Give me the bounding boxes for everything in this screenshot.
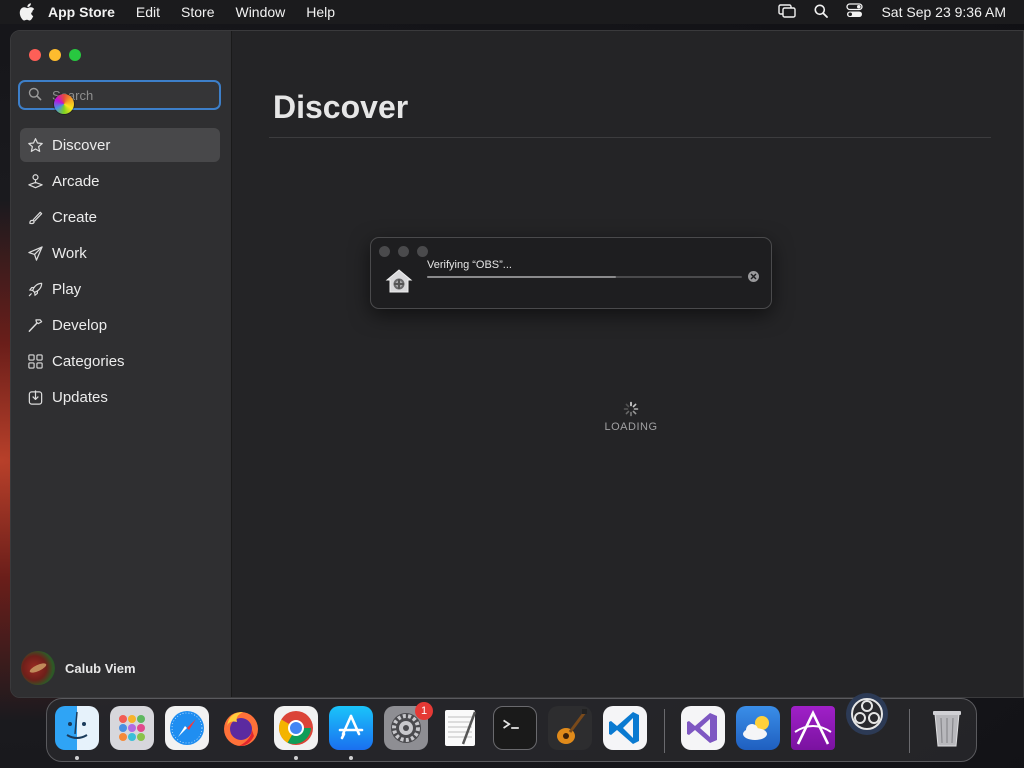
menu-clock[interactable]: Sat Sep 23 9:36 AM bbox=[881, 4, 1006, 20]
dock-separator bbox=[909, 709, 910, 753]
sidebar-nav: Discover Arcade Create Work Play Develop… bbox=[20, 128, 220, 416]
control-center-icon[interactable] bbox=[846, 3, 864, 21]
sidebar-item-label: Play bbox=[52, 280, 82, 298]
safari-icon[interactable] bbox=[165, 706, 209, 750]
spotlight-search-icon[interactable] bbox=[814, 4, 829, 21]
app-store-window: Discover Arcade Create Work bbox=[10, 30, 1024, 698]
firefox-icon[interactable] bbox=[219, 706, 263, 750]
grid-icon bbox=[26, 352, 44, 370]
menu-edit[interactable]: Edit bbox=[136, 4, 160, 20]
brush-icon bbox=[26, 208, 44, 226]
sidebar-item-label: Develop bbox=[52, 316, 108, 334]
dock: 1 bbox=[46, 693, 977, 762]
sidebar-item-categories[interactable]: Categories bbox=[20, 344, 220, 378]
menu-store[interactable]: Store bbox=[181, 4, 214, 20]
joystick-icon bbox=[26, 172, 44, 190]
avatar bbox=[21, 651, 55, 685]
sidebar-item-play[interactable]: Play bbox=[20, 272, 220, 306]
main-content: Discover Verifying “OBS”... LOADING bbox=[231, 31, 1023, 697]
zoom-button[interactable] bbox=[69, 49, 81, 61]
sidebar-item-label: Create bbox=[52, 208, 98, 226]
sidebar-item-arcade[interactable]: Arcade bbox=[20, 164, 220, 198]
close-button[interactable] bbox=[29, 49, 41, 61]
guitar-icon[interactable] bbox=[548, 706, 592, 750]
vscode-icon[interactable] bbox=[603, 706, 647, 750]
chrome-icon[interactable] bbox=[274, 706, 318, 750]
running-indicator bbox=[294, 756, 298, 760]
finder-icon[interactable] bbox=[55, 706, 99, 750]
launchpad-icon[interactable] bbox=[110, 706, 154, 750]
sidebar-item-discover[interactable]: Discover bbox=[20, 128, 220, 162]
window-controls bbox=[29, 49, 81, 61]
terminal-icon[interactable] bbox=[493, 706, 537, 750]
dialog-minimize-button[interactable] bbox=[398, 246, 409, 257]
notification-badge: 1 bbox=[415, 702, 433, 720]
sidebar-item-label: Discover bbox=[52, 136, 111, 154]
cancel-verify-button[interactable] bbox=[748, 271, 759, 282]
page-title: Discover bbox=[273, 89, 409, 125]
busy-cursor-icon bbox=[54, 94, 74, 114]
screen-mirroring-icon[interactable] bbox=[778, 3, 797, 21]
obs-icon[interactable] bbox=[846, 693, 888, 735]
search-input[interactable] bbox=[52, 87, 202, 103]
download-icon bbox=[26, 388, 44, 406]
rocket-icon bbox=[26, 280, 44, 298]
search-field[interactable] bbox=[18, 80, 221, 110]
sidebar-item-label: Work bbox=[52, 244, 87, 262]
menu-bar: App Store Edit Store Window Help Sat Sep… bbox=[0, 0, 1024, 24]
minimize-button[interactable] bbox=[49, 49, 61, 61]
sidebar-item-create[interactable]: Create bbox=[20, 200, 220, 234]
verify-progress-bar bbox=[427, 276, 742, 278]
sidebar-item-develop[interactable]: Develop bbox=[20, 308, 220, 342]
sidebar-item-label: Updates bbox=[52, 388, 108, 406]
sidebar-item-work[interactable]: Work bbox=[20, 236, 220, 270]
user-name: Calub Viem bbox=[65, 660, 136, 676]
sidebar: Discover Arcade Create Work bbox=[11, 31, 232, 697]
dialog-zoom-button[interactable] bbox=[417, 246, 428, 257]
dialog-close-button[interactable] bbox=[379, 246, 390, 257]
star-icon bbox=[26, 136, 44, 154]
sidebar-item-label: Categories bbox=[52, 352, 125, 370]
security-house-icon bbox=[384, 266, 414, 296]
loading-indicator: LOADING bbox=[601, 401, 661, 433]
affinity-icon[interactable] bbox=[791, 706, 835, 750]
menu-window[interactable]: Window bbox=[235, 4, 285, 20]
divider bbox=[269, 137, 991, 138]
menu-help[interactable]: Help bbox=[306, 4, 335, 20]
account-button[interactable]: Calub Viem bbox=[21, 651, 136, 685]
verifying-text: Verifying “OBS”... bbox=[427, 259, 512, 271]
trash-icon[interactable] bbox=[925, 706, 969, 750]
sidebar-item-updates[interactable]: Updates bbox=[20, 380, 220, 414]
search-icon bbox=[28, 87, 44, 103]
visualstudio-icon[interactable] bbox=[681, 706, 725, 750]
running-indicator bbox=[349, 756, 353, 760]
menu-app-name[interactable]: App Store bbox=[48, 4, 115, 20]
loading-label: LOADING bbox=[604, 421, 658, 433]
apple-menu-icon[interactable] bbox=[16, 1, 38, 23]
hammer-icon bbox=[26, 316, 44, 334]
verifying-dialog: Verifying “OBS”... bbox=[370, 237, 772, 309]
verify-progress-fill bbox=[427, 276, 616, 278]
appstore-icon[interactable] bbox=[329, 706, 373, 750]
weather-icon[interactable] bbox=[736, 706, 780, 750]
paperplane-icon bbox=[26, 244, 44, 262]
dock-separator bbox=[664, 709, 665, 753]
running-indicator bbox=[75, 756, 79, 760]
textedit-icon[interactable] bbox=[439, 706, 483, 750]
sidebar-item-label: Arcade bbox=[52, 172, 100, 190]
dialog-window-controls bbox=[379, 246, 428, 257]
spinner-icon bbox=[623, 401, 639, 417]
